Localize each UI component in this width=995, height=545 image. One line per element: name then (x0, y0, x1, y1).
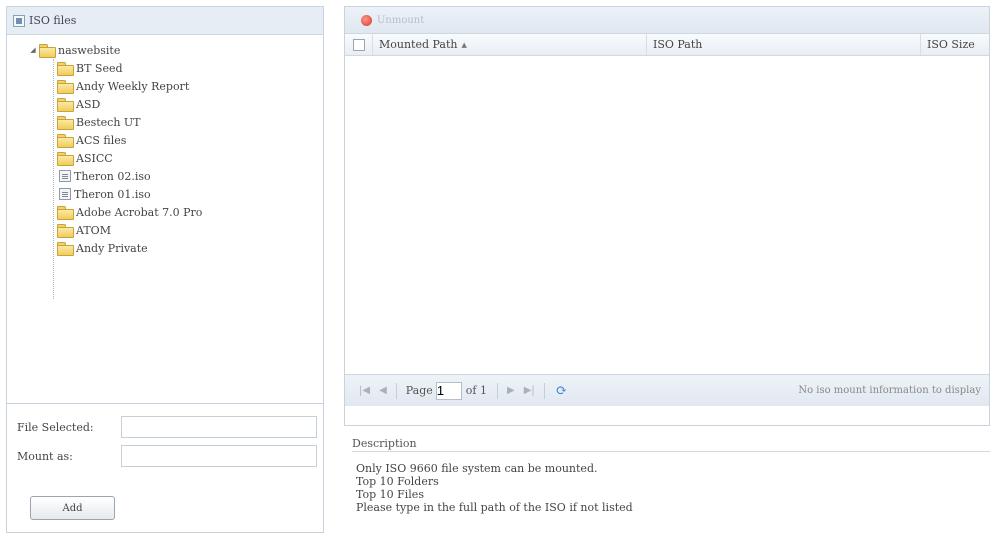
folder-icon (57, 206, 74, 220)
grid-header: Mounted Path ▲ ISO Path ISO Size (345, 34, 989, 56)
column-header-iso-path[interactable]: ISO Path (647, 34, 921, 55)
unmount-icon (361, 14, 372, 26)
description-panel: Description Only ISO 9660 file system ca… (344, 432, 990, 532)
tree-item-label: Adobe Acrobat 7.0 Pro (76, 205, 203, 219)
file-selected-label: File Selected: (17, 420, 94, 434)
pager-separator (497, 382, 498, 399)
column-label: Mounted Path (379, 38, 458, 51)
page-number-input[interactable] (435, 381, 462, 400)
collapse-triangle-icon[interactable]: ◢ (29, 45, 37, 55)
pager-separator (395, 382, 397, 399)
iso-file-browser-panel: ISO files ◢ naswebsite BT Seed Andy Week… (6, 6, 324, 533)
mount-as-field[interactable] (121, 445, 317, 467)
mount-as-label: Mount as: (17, 449, 73, 463)
folder-icon (57, 98, 74, 112)
refresh-icon[interactable]: ⟳ (556, 383, 568, 399)
tree-item-label: Andy Weekly Report (76, 79, 190, 93)
unmount-button[interactable]: Unmount (361, 14, 425, 26)
tree-item-label: BT Seed (76, 61, 123, 75)
page-of-label: of 1 (465, 384, 487, 397)
add-button[interactable]: Add (30, 496, 115, 520)
column-label: ISO Path (653, 38, 703, 51)
description-line: Please type in the full path of the ISO … (356, 501, 633, 514)
iso-file-icon (59, 170, 71, 182)
mount-as-row: Mount as: (17, 445, 317, 467)
column-header-mounted-path[interactable]: Mounted Path ▲ (373, 34, 647, 55)
column-label: ISO Size (927, 38, 975, 51)
prev-page-icon[interactable]: ◀ (379, 385, 387, 396)
tree-item-label: Theron 01.iso (74, 187, 151, 201)
tree-root-label: naswebsite (58, 43, 121, 57)
tree-item[interactable]: Theron 02.iso (7, 167, 323, 185)
last-page-icon[interactable]: ▶| (524, 385, 535, 396)
file-selected-field[interactable] (121, 416, 317, 438)
folder-icon (57, 80, 74, 94)
grid-toolbar: Unmount (345, 7, 989, 34)
description-line: Only ISO 9660 file system can be mounted… (356, 462, 598, 475)
sort-ascending-icon: ▲ (461, 40, 467, 49)
tree-item-label: ACS files (76, 133, 127, 147)
description-title: Description (352, 437, 423, 450)
tree-item-label: ASICC (76, 151, 113, 165)
tree-header-label: ISO files (29, 14, 77, 27)
tree-item[interactable]: Adobe Acrobat 7.0 Pro (7, 203, 323, 221)
tree-item[interactable]: ASD (7, 95, 323, 113)
tree-item[interactable]: Theron 01.iso (7, 185, 323, 203)
file-selected-row: File Selected: (17, 416, 317, 438)
tree-header[interactable]: ISO files (7, 7, 323, 35)
folder-icon (57, 242, 74, 256)
description-line: Top 10 Files (356, 488, 424, 501)
tree-item-label: Andy Private (76, 241, 148, 255)
select-all-checkbox[interactable] (352, 38, 365, 51)
tree-item[interactable]: ACS files (7, 131, 323, 149)
page-label: Page (405, 384, 433, 397)
tree-item[interactable]: ATOM (7, 221, 323, 239)
folder-icon (57, 152, 74, 166)
grid-body (345, 56, 989, 374)
folder-icon (57, 116, 74, 130)
select-all-checkbox-cell[interactable] (345, 34, 373, 55)
mounted-iso-grid-panel: Unmount Mounted Path ▲ ISO Path ISO Size… (344, 6, 990, 426)
tree-item-label: ASD (76, 97, 101, 111)
description-line: Top 10 Folders (356, 475, 439, 488)
column-header-iso-size[interactable]: ISO Size (921, 34, 989, 55)
folder-icon (57, 224, 74, 238)
tree-item-label: ATOM (76, 223, 111, 237)
tree-item[interactable]: Bestech UT (7, 113, 323, 131)
paging-info-text: No iso mount information to display (798, 385, 981, 396)
iso-file-icon (59, 188, 71, 200)
description-title-bar: Description (352, 436, 990, 452)
folder-tree: ◢ naswebsite BT Seed Andy Weekly Report … (7, 35, 323, 401)
tree-item[interactable]: BT Seed (7, 59, 323, 77)
unmount-label: Unmount (377, 14, 425, 26)
next-page-icon[interactable]: ▶ (507, 385, 515, 396)
mount-form: File Selected: Mount as: Add (7, 403, 323, 532)
tree-item[interactable]: ASICC (7, 149, 323, 167)
folder-icon (57, 134, 74, 148)
first-page-icon[interactable]: |◀ (359, 385, 370, 396)
paging-toolbar: |◀ ◀ Page of 1 ▶ ▶| ⟳ No iso mount infor… (345, 374, 989, 406)
tree-root-node[interactable]: ◢ naswebsite (7, 41, 323, 59)
tree-item-label: Theron 02.iso (74, 169, 151, 183)
folder-icon (39, 44, 56, 58)
folder-icon (57, 62, 74, 76)
tree-item[interactable]: Andy Weekly Report (7, 77, 323, 95)
tree-item-label: Bestech UT (76, 115, 141, 129)
pager-separator (543, 382, 545, 399)
tree-item[interactable]: Andy Private (7, 239, 323, 257)
iso-folder-icon (13, 14, 25, 27)
